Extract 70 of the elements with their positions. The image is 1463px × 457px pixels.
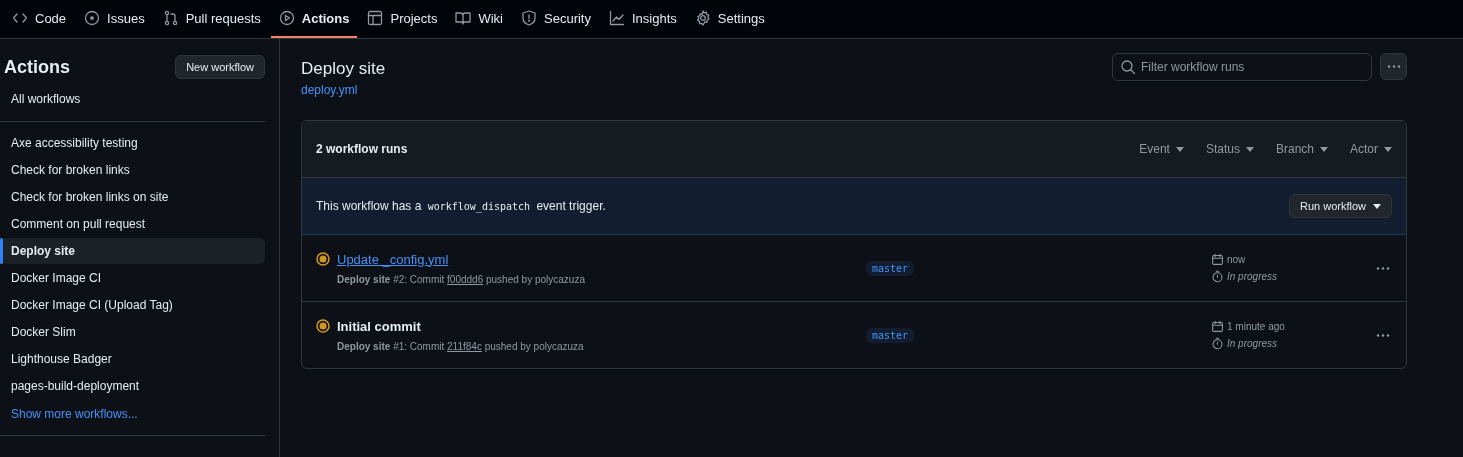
run-count: 2 workflow runs (316, 142, 408, 156)
more-icon (1376, 266, 1390, 270)
nav-tab[interactable]: Settings (686, 0, 773, 38)
shield-icon (521, 10, 537, 26)
nav-tab[interactable]: Actions (270, 0, 358, 38)
run-time: now (1227, 254, 1246, 265)
caret-icon (1245, 146, 1254, 152)
trigger-notice: This workflow has a workflow_dispatch event trigger. (316, 199, 606, 213)
workflow-file-link[interactable]: deploy.yml (301, 83, 358, 97)
sidebar-item[interactable]: All workflows (0, 84, 265, 114)
more-button[interactable] (1376, 266, 1390, 270)
gear-icon (694, 10, 711, 26)
stopwatch-icon (1211, 270, 1224, 283)
sidebar-item[interactable]: Docker Image CI (Upload Tag) (0, 292, 265, 318)
caret-icon (1320, 146, 1328, 152)
filter-dropdown[interactable]: Status (1205, 142, 1254, 156)
sidebar-item[interactable]: Docker Slim (0, 319, 265, 345)
run-status: In progress (1227, 271, 1278, 282)
run-title-link[interactable]: Initial commit (337, 318, 421, 334)
play-icon (278, 10, 295, 26)
sidebar-item[interactable]: Docker Image CI (0, 265, 265, 291)
book-icon (455, 10, 472, 26)
run-description: Deploy site #2: Commit f00ddd6 pushed by polycazuza (337, 273, 585, 285)
nav-tab[interactable]: Code (4, 0, 75, 38)
more-icon (1386, 65, 1401, 68)
more-icon (1376, 333, 1390, 337)
search-field[interactable]: Filter workflow runs (1112, 53, 1372, 81)
graph-icon (608, 10, 625, 26)
nav-tab[interactable]: Pull requests (154, 0, 269, 38)
table-icon (367, 10, 384, 26)
sidebar-title: Actions (4, 56, 70, 78)
calendar-icon (1211, 253, 1224, 266)
pull-request-icon (162, 10, 179, 26)
in-progress-icon (316, 318, 330, 333)
nav-tab[interactable]: Projects (359, 0, 446, 38)
nav-tab[interactable]: Issues (76, 0, 153, 38)
branch-label[interactable]: master (866, 327, 915, 343)
sidebar-item[interactable]: Check for broken links (0, 157, 265, 183)
sidebar-item[interactable]: Check for broken links on site (0, 184, 265, 210)
sidebar-item[interactable]: Lighthouse Badger (0, 346, 265, 372)
sidebar-item[interactable]: Comment on pull request (0, 211, 265, 237)
filter-dropdown[interactable]: Branch (1275, 142, 1328, 156)
circle-dot-icon (84, 10, 101, 26)
stopwatch-icon (1211, 337, 1224, 350)
commit-link[interactable]: f00ddd6 (447, 273, 484, 285)
sidebar-item[interactable]: Axe accessibility testing (0, 130, 265, 156)
new-workflow-button[interactable]: New workflow (175, 55, 265, 79)
sidebar-item[interactable]: Deploy site (0, 238, 265, 264)
sidebar-item[interactable]: pages-build-deployment (0, 373, 265, 399)
nav-tab[interactable]: Insights (600, 0, 685, 38)
show-more-link[interactable]: Show more workflows... (0, 400, 265, 428)
calendar-icon (1211, 320, 1224, 333)
more-button[interactable] (1376, 333, 1390, 337)
branch-label[interactable]: master (866, 260, 915, 276)
filter-dropdown[interactable]: Actor (1350, 142, 1392, 156)
nav-tab[interactable]: Wiki (447, 0, 511, 38)
filter-dropdown[interactable]: Event (1139, 142, 1184, 156)
caret-icon (1175, 146, 1184, 152)
caret-icon (1373, 203, 1381, 209)
nav-tab[interactable]: Security (513, 0, 599, 38)
run-workflow-button[interactable]: Run workflow (1288, 194, 1392, 218)
run-status: In progress (1227, 338, 1278, 349)
in-progress-icon (316, 251, 330, 266)
run-title-link[interactable]: Update _config.yml (337, 251, 449, 267)
commit-link[interactable]: 211f84c (447, 340, 482, 352)
run-description: Deploy site #1: Commit 211f84c pushed by polycazuza (337, 340, 584, 352)
caret-icon (1384, 146, 1392, 152)
more-button[interactable] (1380, 53, 1407, 80)
run-time: 1 minute ago (1227, 321, 1285, 332)
page-title: Deploy site (301, 59, 386, 79)
